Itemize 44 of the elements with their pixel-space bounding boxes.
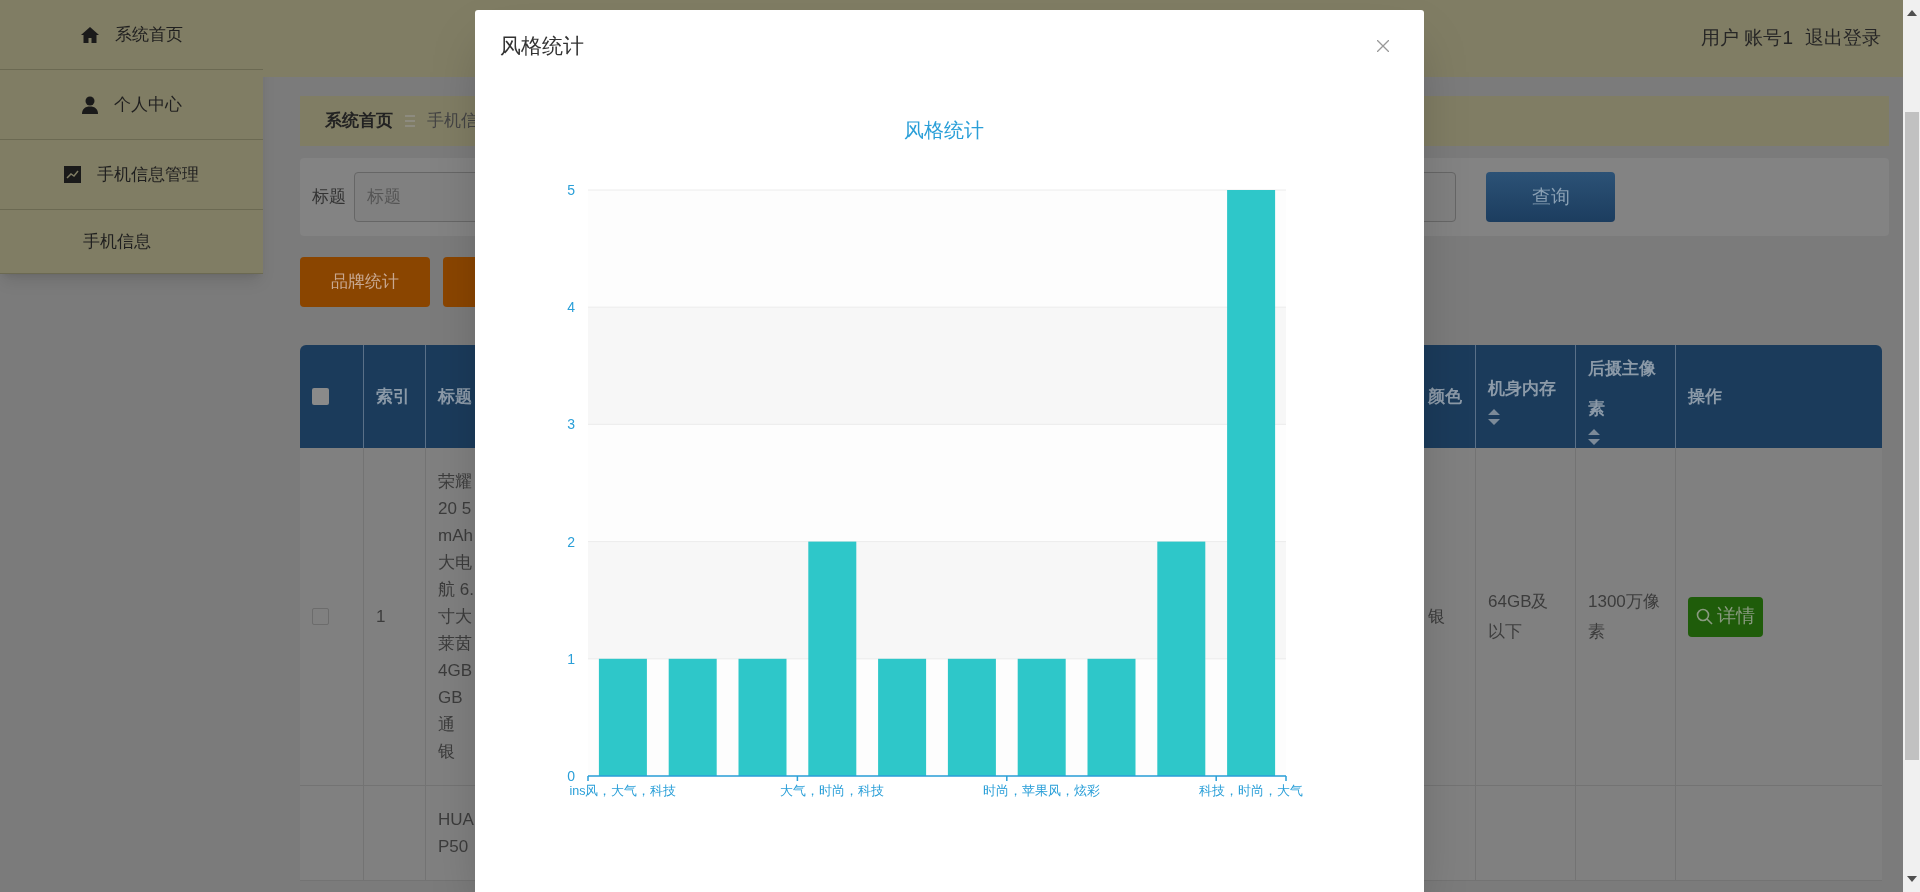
- chart-icon: [64, 166, 81, 183]
- brand-stats-button[interactable]: 品牌统计: [300, 257, 430, 307]
- breadcrumb-link[interactable]: 系统首页: [325, 108, 393, 134]
- y-axis-label: 4: [567, 299, 575, 316]
- y-axis-label: 3: [567, 416, 575, 433]
- search-label: 标题: [312, 186, 346, 209]
- y-axis-label: 1: [567, 650, 575, 667]
- column-header[interactable]: 机身内存: [1488, 368, 1556, 409]
- sidebar-item[interactable]: 手机信息: [0, 210, 263, 274]
- user-icon: [81, 95, 98, 114]
- table-cell-text: 银: [1428, 605, 1445, 628]
- x-axis-label: 科技，时尚，大气: [1199, 784, 1304, 798]
- chart-title: 风格统计: [904, 119, 984, 141]
- checkbox[interactable]: [312, 388, 329, 405]
- sidebar-item[interactable]: 个人中心: [0, 70, 263, 140]
- user-label: 用户 账号1: [1701, 26, 1793, 51]
- dialog-title: 风格统计: [500, 33, 584, 59]
- table-cell-text: 64GB及以下: [1488, 590, 1550, 643]
- table-cell-text: 1300万像素: [1588, 590, 1661, 643]
- logout-link[interactable]: 退出登录: [1805, 24, 1881, 53]
- details-button[interactable]: 详情: [1688, 596, 1763, 637]
- table-cell-text: 1: [376, 605, 386, 628]
- x-axis-label: 大气，时尚，科技: [780, 784, 885, 798]
- home-icon: [80, 26, 99, 43]
- table-cell-text: HUA P50: [438, 809, 474, 858]
- scrollbar-drawing[interactable]: [1903, 0, 1920, 892]
- sort-icon[interactable]: [1488, 408, 1500, 425]
- separator-icon: [405, 115, 415, 127]
- y-axis-label: 0: [567, 768, 575, 784]
- sort-icon[interactable]: [1588, 428, 1600, 445]
- column-header[interactable]: 后摄主像素: [1588, 348, 1663, 429]
- sidebar-item[interactable]: 手机信息管理: [0, 140, 263, 210]
- column-header[interactable]: 颜色: [1428, 376, 1462, 417]
- close-icon[interactable]: [1377, 40, 1389, 52]
- search-button[interactable]: 查询: [1486, 172, 1615, 222]
- y-axis-label: 5: [567, 182, 575, 198]
- x-axis-label: 时尚，苹果风，炫彩: [983, 784, 1101, 798]
- x-axis-label: ins风，大气，科技: [569, 784, 677, 798]
- column-header[interactable]: 操作: [1688, 376, 1722, 417]
- search-icon: [1696, 608, 1713, 625]
- column-header[interactable]: 索引: [376, 376, 410, 417]
- y-axis-label: 2: [567, 533, 575, 550]
- column-header[interactable]: 标题: [438, 376, 472, 417]
- table-cell-text: 荣耀 20 5 mAh 大电 航 6. 寸大 莱茵 4GB GB 通 银: [438, 471, 474, 763]
